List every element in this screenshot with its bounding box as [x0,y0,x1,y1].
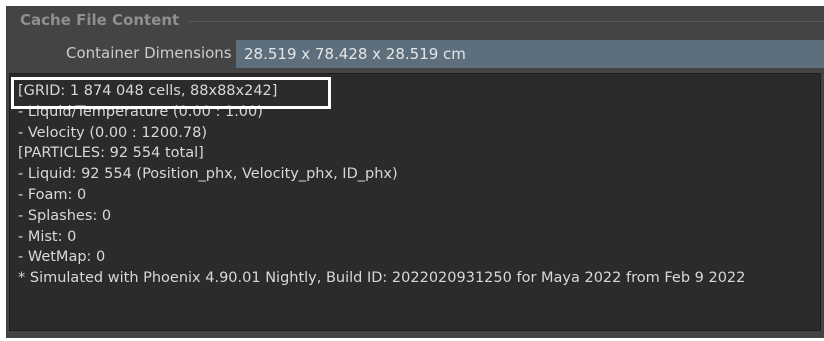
wetmap-line: - WetMap: 0 [18,249,106,266]
section-header[interactable]: Cache File Content [6,6,824,34]
velocity-line: - Velocity (0.00 : 1200.78) [18,124,207,141]
container-dimensions-row: Container Dimensions 28.519 x 78.428 x 2… [6,40,824,68]
container-dimensions-field[interactable]: 28.519 x 78.428 x 28.519 cm [236,40,824,68]
particles-info-line: [PARTICLES: 92 554 total] [18,145,204,162]
section-divider [189,20,824,22]
simulation-info-line: * Simulated with Phoenix 4.90.01 Nightly… [18,270,746,287]
cache-file-content-panel: Cache File Content Container Dimensions … [6,6,824,338]
liquid-particles-line: - Liquid: 92 554 (Position_phx, Velocity… [18,166,398,183]
cache-content-text-area[interactable]: [GRID: 1 874 048 cells, 88x88x242] - Liq… [9,73,821,331]
liquid-temperature-line: - Liquid/Temperature (0.00 : 1.00) [18,103,263,120]
splashes-line: - Splashes: 0 [18,207,112,224]
foam-line: - Foam: 0 [18,186,87,203]
container-dimensions-label: Container Dimensions [66,44,232,62]
grid-info-line: [GRID: 1 874 048 cells, 88x88x242] [18,83,278,99]
mist-line: - Mist: 0 [18,228,77,245]
section-title: Cache File Content [20,11,180,29]
